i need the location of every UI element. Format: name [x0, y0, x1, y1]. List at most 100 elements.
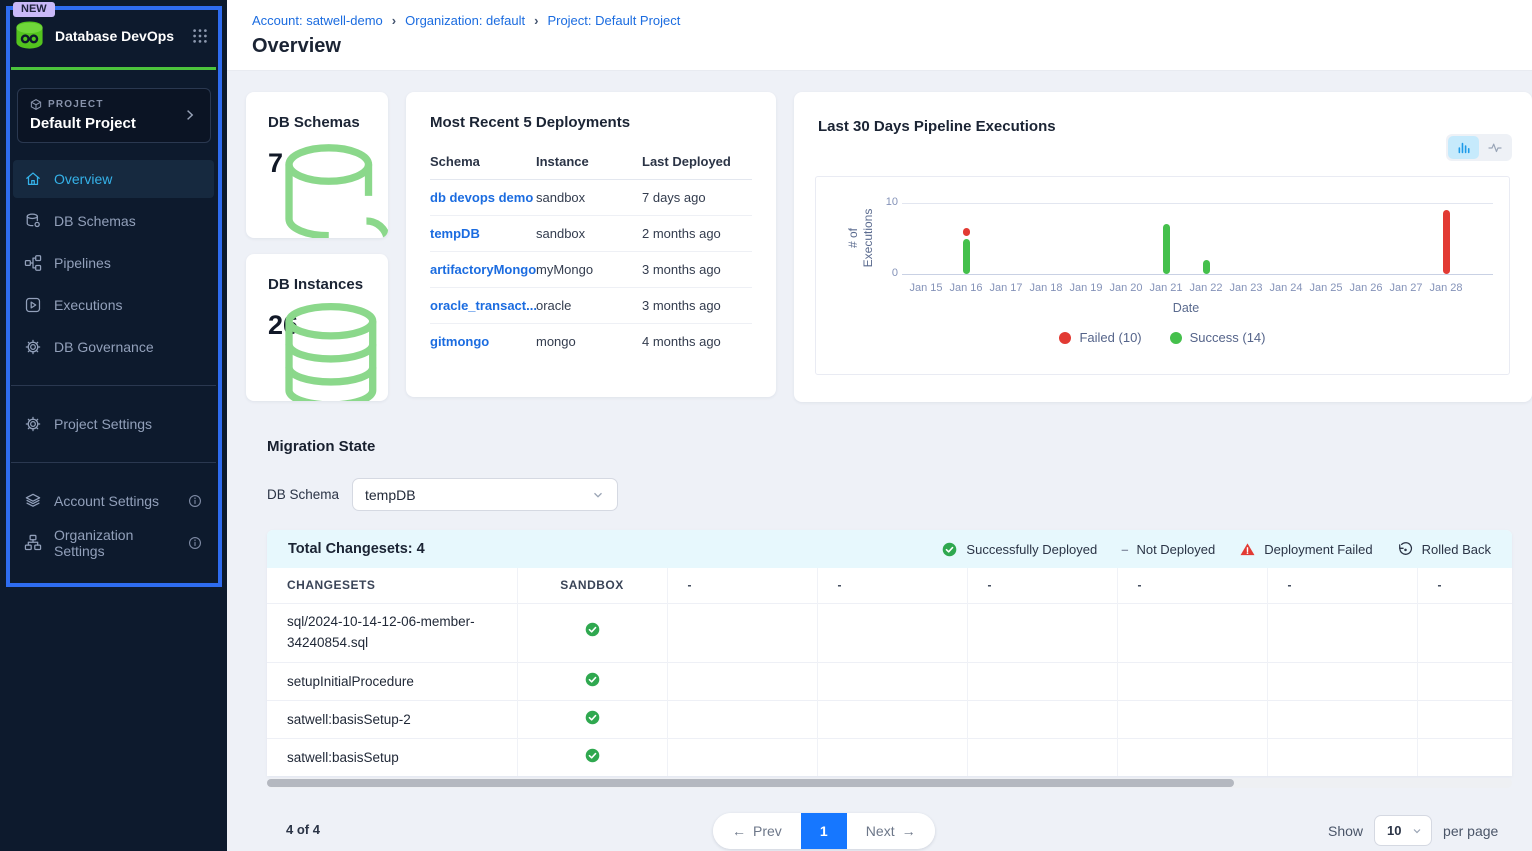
apps-grid-icon[interactable]: [191, 27, 209, 45]
status-legend-item: Successfully Deployed: [941, 541, 1097, 558]
page-size-select[interactable]: 10: [1374, 815, 1432, 846]
sidebar-item-pipelines[interactable]: Pipelines: [13, 244, 214, 282]
breadcrumb-separator: ›: [534, 13, 538, 28]
deployment-row: gitmongomongo4 months ago: [430, 324, 752, 360]
info-icon[interactable]: [187, 535, 203, 551]
topbar: Account: satwell-demo › Organization: defa…: [227, 0, 1532, 71]
col-empty: -: [1267, 568, 1417, 603]
sidebar-item-label: Overview: [54, 171, 112, 187]
sidebar-item-account-settings[interactable]: Account Settings: [13, 482, 214, 520]
empty-cell: [967, 700, 1117, 738]
org-icon: [24, 534, 42, 552]
breadcrumb-link[interactable]: Account: satwell-demo: [252, 13, 383, 28]
col-empty: -: [1117, 568, 1267, 603]
status-legend: Successfully Deployed–Not DeployedDeploy…: [941, 541, 1491, 558]
sidebar-item-label: Account Settings: [54, 493, 159, 509]
empty-cell: [1267, 738, 1417, 776]
scrollbar-thumb[interactable]: [267, 779, 1234, 787]
bar-jan-17: [986, 177, 1026, 274]
breadcrumb-link[interactable]: Project: Default Project: [547, 13, 680, 28]
x-tick-label: Jan 22: [1186, 282, 1226, 294]
bars: [906, 177, 1466, 274]
schema-link[interactable]: db devops demo: [430, 190, 533, 205]
schema-link[interactable]: artifactoryMongo: [430, 262, 536, 277]
sidebar-item-project-settings[interactable]: Project Settings: [13, 405, 214, 443]
x-tick-label: Jan 21: [1146, 282, 1186, 294]
breadcrumb-separator: ›: [392, 13, 396, 28]
empty-cell: [667, 700, 817, 738]
col-last-deployed: Last Deployed: [642, 145, 752, 180]
x-tick-label: Jan 19: [1066, 282, 1106, 294]
sidebar-item-overview[interactable]: Overview: [13, 160, 214, 198]
empty-cell: [1417, 738, 1512, 776]
sidebar-item-db-governance[interactable]: DB Governance: [13, 328, 214, 366]
pipelines-icon: [24, 254, 42, 272]
legend-item: Failed (10): [1059, 330, 1141, 345]
page-size-controls: Show 10 per page: [1328, 815, 1498, 846]
last-deployed-cell: 2 months ago: [642, 216, 752, 252]
main-nav: Overview DB Schemas Pipelines Executions DB …: [13, 160, 214, 366]
chart-legend: Failed (10)Success (14): [816, 330, 1509, 345]
instance-cell: oracle: [536, 288, 642, 324]
row-count: 4 of 4: [286, 822, 320, 837]
y-tick: 10: [874, 196, 898, 208]
sidebar-item-label: Project Settings: [54, 416, 152, 432]
project-selector[interactable]: PROJECT Default Project: [17, 88, 211, 143]
arrow-right-icon: →: [902, 823, 916, 839]
db-schema-select[interactable]: tempDB: [352, 478, 618, 511]
x-tick-label: Jan 17: [986, 282, 1026, 294]
secondary-nav: Project Settings: [13, 405, 214, 443]
page-1-button[interactable]: 1: [801, 813, 847, 849]
new-badge: NEW: [13, 2, 55, 17]
next-button[interactable]: Next →: [847, 813, 935, 849]
dash-icon: –: [1121, 542, 1128, 557]
breadcrumb-link[interactable]: Organization: default: [405, 13, 525, 28]
info-icon[interactable]: [187, 493, 203, 509]
stat-label: DB Schemas: [268, 114, 388, 131]
sidebar-item-executions[interactable]: Executions: [13, 286, 214, 324]
y-axis-title: # of Executions: [844, 183, 878, 293]
db-schemas-card: DB Schemas 7: [246, 92, 388, 238]
bar-chart-toggle[interactable]: [1448, 136, 1479, 159]
x-tick-label: Jan 20: [1106, 282, 1146, 294]
y-tick: 0: [874, 267, 898, 279]
changeset-row: satwell:basisSetup: [267, 738, 1512, 776]
col-empty: -: [967, 568, 1117, 603]
instance-cell: mongo: [536, 324, 642, 360]
check-circle-icon: [584, 714, 601, 729]
schema-link[interactable]: oracle_transact...: [430, 298, 537, 313]
line-chart-toggle[interactable]: [1479, 136, 1510, 159]
col-sandbox: SANDBOX: [517, 568, 667, 603]
cube-icon: [30, 98, 42, 111]
schema-link[interactable]: gitmongo: [430, 334, 489, 349]
tertiary-nav: Account Settings Organization Settings: [13, 482, 214, 562]
success-bar-segment: [1163, 224, 1170, 274]
bar-jan-15: [906, 177, 946, 274]
x-tick-label: Jan 16: [946, 282, 986, 294]
sidebar-item-label: Executions: [54, 297, 122, 313]
prev-button[interactable]: ← Prev: [713, 813, 801, 849]
sidebar-item-label: DB Governance: [54, 339, 154, 355]
col-empty: -: [817, 568, 967, 603]
db-schema-label: DB Schema: [267, 487, 339, 502]
app-logo-icon: [13, 20, 46, 51]
db-schema-value: tempDB: [365, 487, 416, 503]
empty-cell: [817, 700, 967, 738]
empty-cell: [667, 603, 817, 662]
db-schema-icon: [24, 212, 42, 230]
sidebar-item-db-schemas[interactable]: DB Schemas: [13, 202, 214, 240]
changesets-table-card: Total Changesets: 4 Successfully Deploye…: [267, 530, 1512, 776]
empty-cell: [667, 738, 817, 776]
sidebar-item-organization-settings[interactable]: Organization Settings: [13, 524, 214, 562]
col-empty: -: [667, 568, 817, 603]
check-circle-icon: [584, 626, 601, 641]
failed-bar-segment: [1443, 210, 1450, 274]
deployments-title: Most Recent 5 Deployments: [430, 114, 752, 131]
failed-bar-segment: [963, 228, 970, 235]
sandbox-status-cell: [517, 603, 667, 662]
schema-link[interactable]: tempDB: [430, 226, 480, 241]
empty-cell: [1267, 603, 1417, 662]
col-instance: Instance: [536, 145, 642, 180]
warning-triangle-icon: [1239, 541, 1256, 558]
pipeline-executions-card: Last 30 Days Pipeline Executions # of Ex…: [794, 92, 1532, 402]
